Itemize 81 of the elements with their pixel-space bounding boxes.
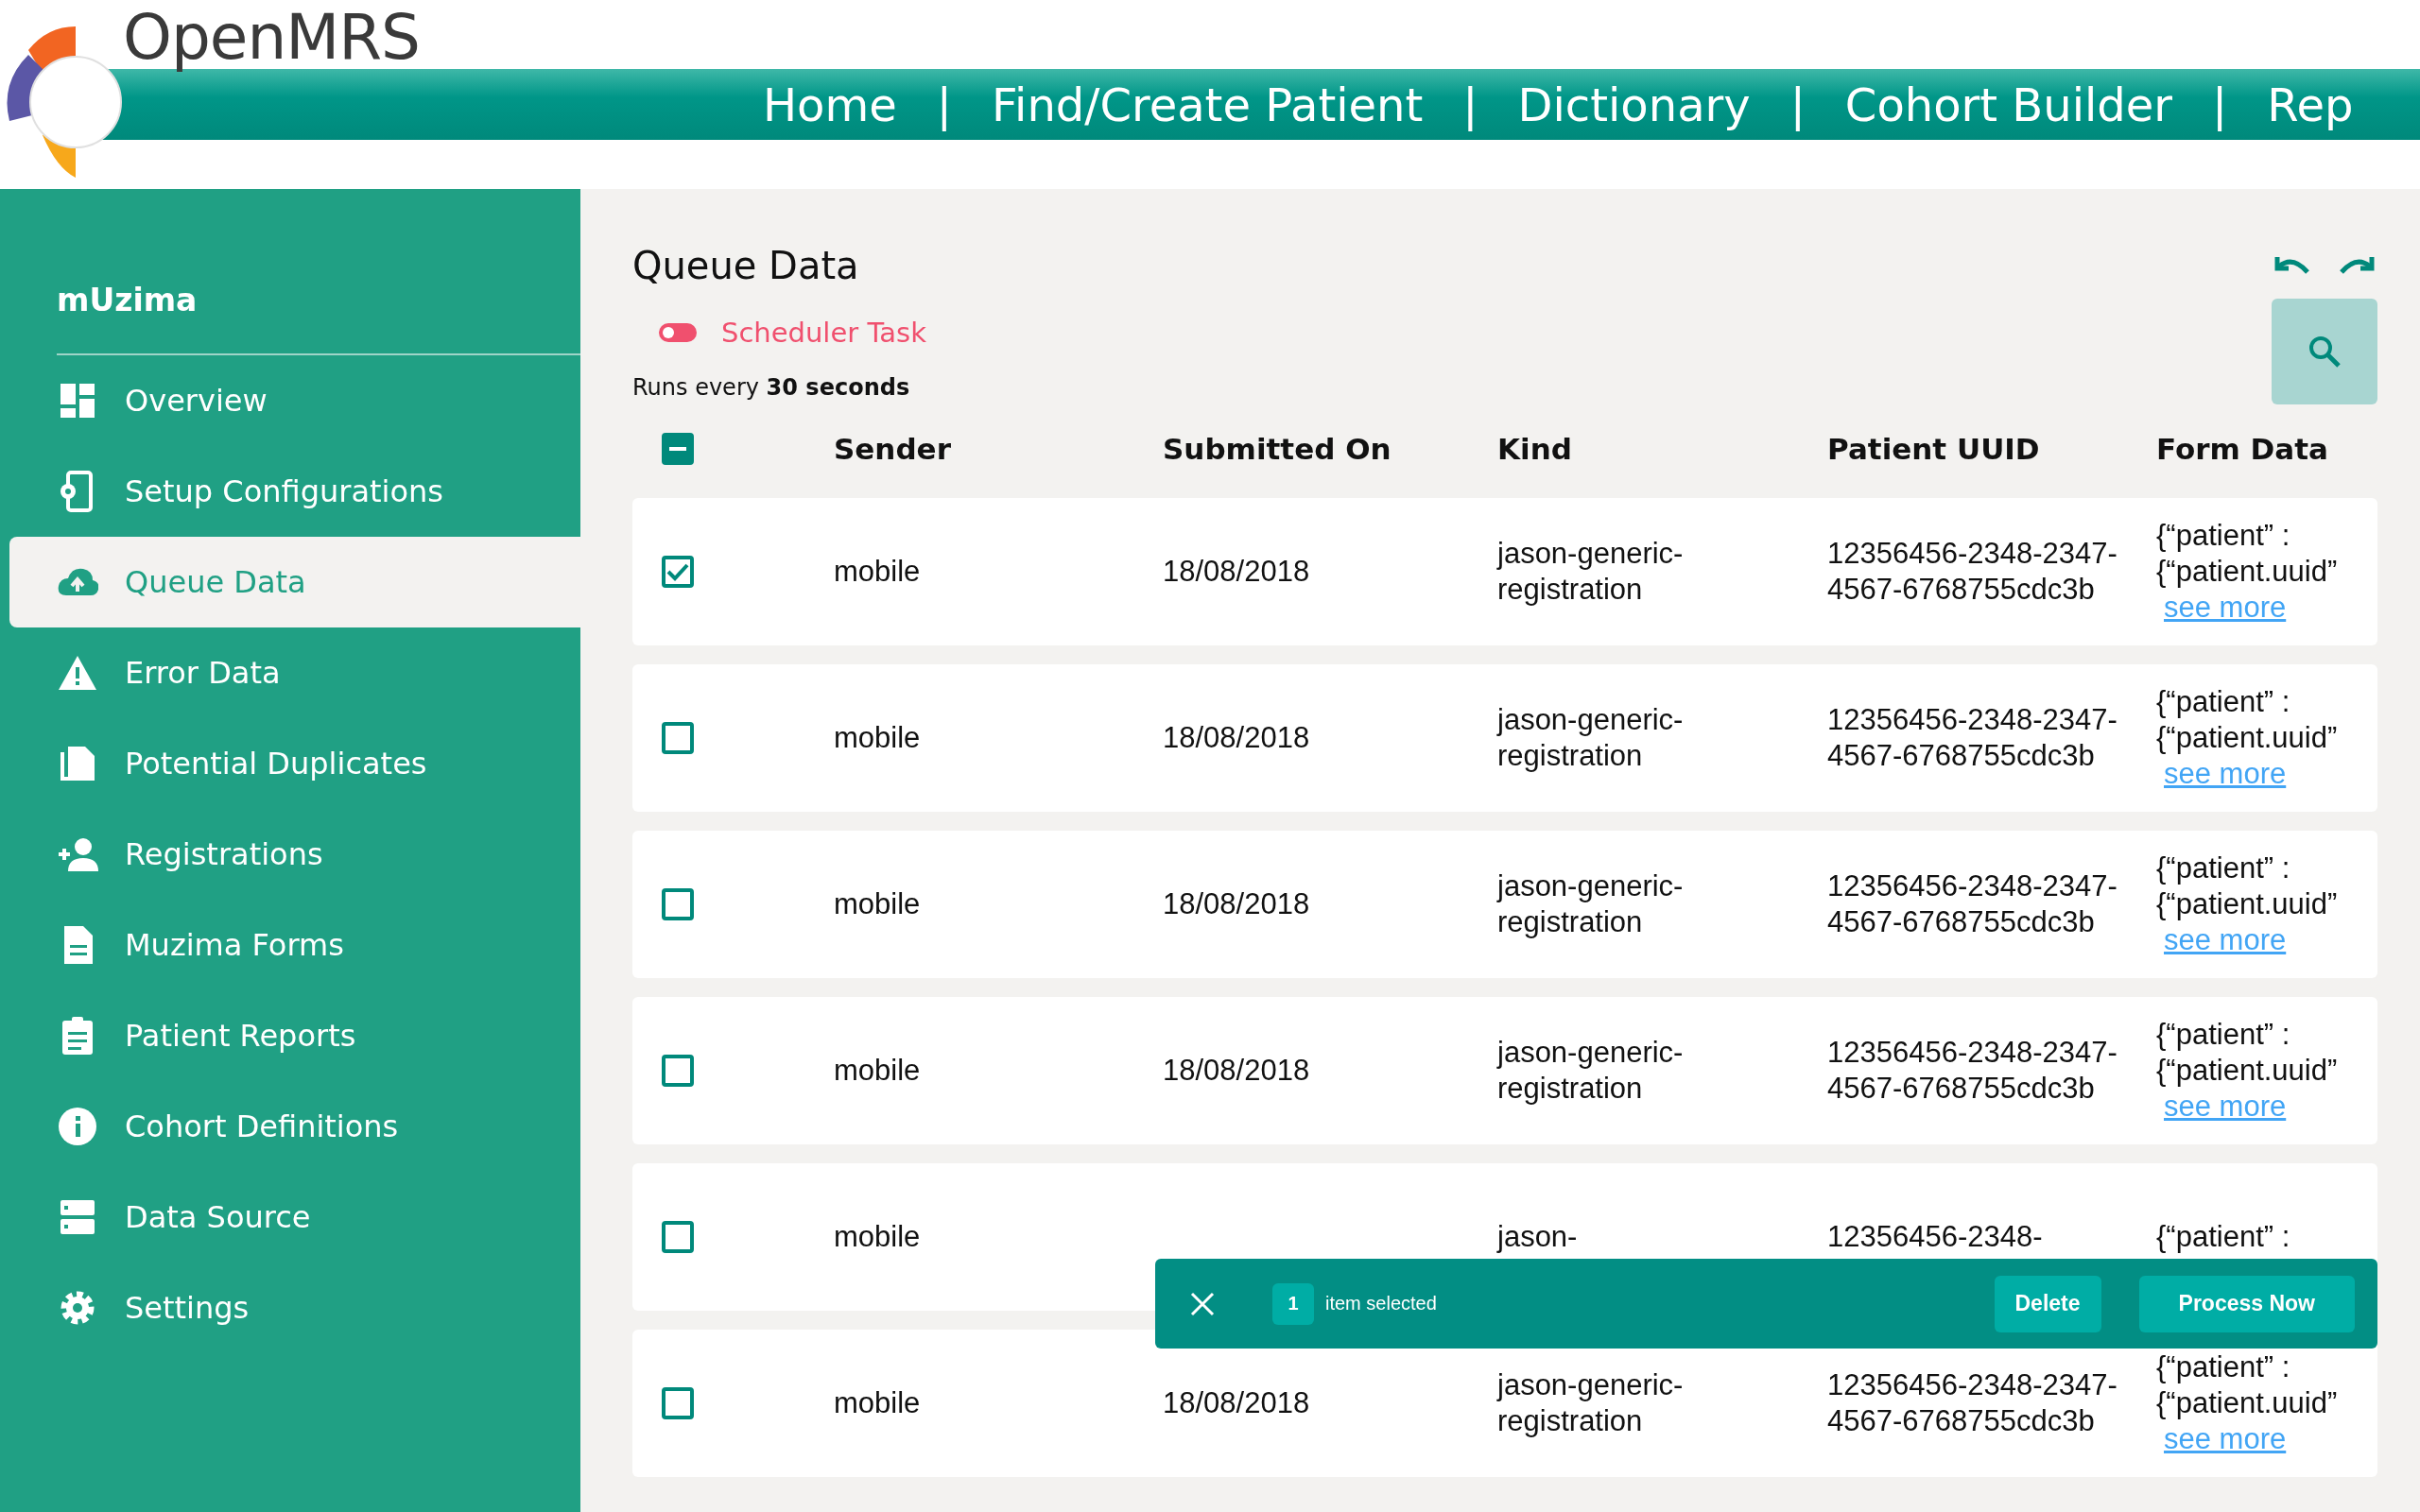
table-cell: 18/08/2018 bbox=[1163, 1054, 1310, 1087]
checkmark-icon bbox=[666, 562, 689, 581]
table-cell-text: {“patient” : {“patient.uuid” bbox=[2156, 850, 2339, 922]
row-checkbox[interactable] bbox=[662, 1387, 694, 1419]
table-cell: 18/08/2018 bbox=[1163, 721, 1310, 754]
row-checkbox[interactable] bbox=[662, 888, 694, 920]
schedule-text: Runs every 30 seconds bbox=[632, 374, 911, 401]
sidebar-item[interactable]: Potential Duplicates bbox=[9, 718, 580, 809]
see-more-link[interactable]: see more bbox=[2156, 1089, 2287, 1125]
see-more-link[interactable]: see more bbox=[2156, 590, 2287, 626]
table-cell-text: {“patient” : {“patient.uuid” bbox=[2156, 1349, 2339, 1421]
see-more-link[interactable]: see more bbox=[2156, 1421, 2287, 1457]
table-cell: jason- bbox=[1497, 1220, 1578, 1253]
nav-separator: | bbox=[936, 77, 952, 131]
select-all-checkbox[interactable] bbox=[662, 433, 694, 465]
table-cell: mobile bbox=[834, 1054, 921, 1087]
toggle-switch[interactable] bbox=[659, 323, 697, 342]
action-button[interactable]: Process Now bbox=[2138, 1275, 2355, 1332]
table-cell: 12356456-2348-2347-4567-6768755cdc3b bbox=[1827, 869, 2118, 938]
nav-separator: | bbox=[1462, 77, 1478, 131]
sidebar-item[interactable]: Cohort Definitions bbox=[9, 1081, 580, 1172]
column-header: Kind bbox=[1497, 432, 1573, 466]
row-checkbox[interactable] bbox=[662, 722, 694, 754]
table-cell: mobile bbox=[834, 555, 921, 588]
table-cell: 12356456-2348-2347-4567-6768755cdc3b bbox=[1827, 703, 2118, 772]
close-icon[interactable] bbox=[1189, 1290, 1216, 1317]
sidebar-item[interactable]: Data Source bbox=[9, 1172, 580, 1263]
nav-link[interactable]: Home bbox=[763, 77, 897, 131]
row-checkbox[interactable] bbox=[662, 1221, 694, 1253]
table-cell-text: {“patient” : bbox=[2156, 1219, 2291, 1255]
sidebar-item[interactable]: Registrations bbox=[9, 809, 580, 900]
sidebar-item[interactable]: Setup Configurations bbox=[9, 446, 580, 537]
table-cell: 12356456-2348-2347-4567-6768755cdc3b bbox=[1827, 537, 2118, 606]
table-cell: 18/08/2018 bbox=[1163, 887, 1310, 920]
nav-link[interactable]: Cohort Builder bbox=[1844, 77, 2173, 131]
selection-label: item selected bbox=[1325, 1293, 1438, 1314]
table-cell: mobile bbox=[834, 887, 921, 920]
table-cell: jason-generic-registration bbox=[1497, 1368, 1684, 1437]
column-header: Form Data bbox=[2156, 432, 2329, 466]
search-button[interactable] bbox=[2272, 299, 2377, 404]
table-cell-text: {“patient” : {“patient.uuid” bbox=[2156, 684, 2339, 756]
table-cell: 12356456-2348- bbox=[1827, 1220, 2043, 1253]
info-icon bbox=[57, 1106, 98, 1147]
table-cell: jason-generic-registration bbox=[1497, 1036, 1684, 1105]
nav-separator: | bbox=[2212, 77, 2228, 131]
table-cell: mobile bbox=[834, 721, 921, 754]
see-more-link[interactable]: see more bbox=[2156, 756, 2287, 792]
column-header: Sender bbox=[834, 432, 952, 466]
table-cell: jason-generic-registration bbox=[1497, 869, 1684, 938]
sidebar-item[interactable]: Patient Reports bbox=[9, 990, 580, 1081]
table-cell-text: {“patient” : {“patient.uuid” bbox=[2156, 1017, 2339, 1089]
table-cell: jason-generic-registration bbox=[1497, 537, 1684, 606]
minus-icon bbox=[669, 447, 686, 451]
nav-separator: | bbox=[1789, 77, 1806, 131]
column-header: Patient UUID bbox=[1827, 432, 2041, 466]
sidebar-item[interactable]: Settings bbox=[9, 1263, 580, 1353]
nav-link[interactable]: Dictionary bbox=[1517, 77, 1751, 131]
table-cell: jason-generic-registration bbox=[1497, 703, 1684, 772]
sidebar-item[interactable]: Queue Data bbox=[9, 537, 580, 627]
toggle-label: Scheduler Task bbox=[721, 317, 926, 349]
nav-link[interactable]: Rep bbox=[2267, 77, 2354, 131]
sidebar-item[interactable]: Error Data bbox=[9, 627, 580, 718]
sidebar-item[interactable]: Overview bbox=[9, 355, 580, 446]
table-cell-text: {“patient” : {“patient.uuid” bbox=[2156, 518, 2339, 590]
count-badge: 1 bbox=[1272, 1282, 1314, 1325]
action-button[interactable]: Delete bbox=[1994, 1275, 2101, 1332]
page-title: Queue Data bbox=[632, 244, 860, 289]
nav-link[interactable]: Find/Create Patient bbox=[991, 77, 1424, 131]
see-more-link[interactable]: see more bbox=[2156, 922, 2287, 958]
table-cell: 12356456-2348-2347-4567-6768755cdc3b bbox=[1827, 1368, 2118, 1437]
table-cell: 18/08/2018 bbox=[1163, 555, 1310, 588]
search-icon bbox=[2308, 335, 2342, 369]
table-cell: mobile bbox=[834, 1386, 921, 1419]
table-cell: mobile bbox=[834, 1220, 921, 1253]
table-cell: 18/08/2018 bbox=[1163, 1386, 1310, 1419]
sidebar-item[interactable]: Muzima Forms bbox=[9, 900, 580, 990]
row-checkbox[interactable] bbox=[662, 556, 694, 588]
column-header: Submitted On bbox=[1163, 432, 1392, 466]
row-checkbox[interactable] bbox=[662, 1055, 694, 1087]
table-cell: 12356456-2348-2347-4567-6768755cdc3b bbox=[1827, 1036, 2118, 1105]
sidebar-title: mUzima bbox=[57, 282, 199, 320]
